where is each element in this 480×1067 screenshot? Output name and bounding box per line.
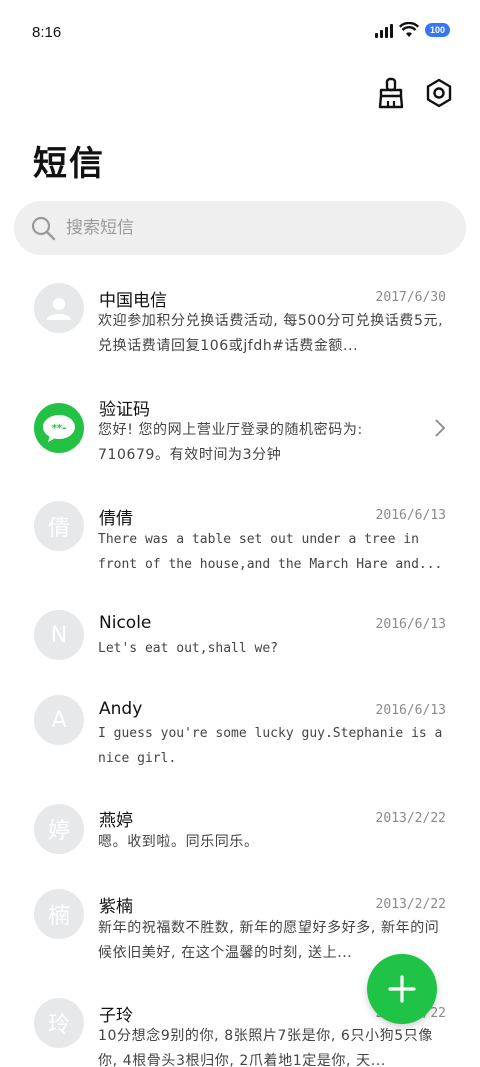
avatar: N bbox=[34, 610, 84, 660]
conversation-name: 倩倩 bbox=[99, 509, 133, 529]
search-input[interactable] bbox=[66, 218, 426, 238]
conversation-name: Nicole bbox=[99, 613, 152, 633]
conversation-date: 2013/2/22 bbox=[375, 897, 446, 912]
conversation-name: Andy bbox=[99, 699, 143, 719]
conversation-name: 燕婷 bbox=[99, 811, 133, 831]
conversation-date: 2013/2/22 bbox=[375, 811, 446, 826]
message-icon: **- bbox=[34, 403, 84, 453]
conversation-name: 子玲 bbox=[99, 1006, 133, 1026]
avatar: 玲 bbox=[34, 998, 84, 1048]
compose-button[interactable] bbox=[367, 954, 437, 1024]
conversation-name: 紫楠 bbox=[99, 897, 133, 917]
status-bar: 8:16 100 bbox=[0, 0, 480, 66]
svg-text:**-: **- bbox=[52, 423, 67, 434]
top-actions bbox=[376, 76, 454, 110]
battery-indicator: 100 bbox=[424, 23, 450, 37]
conversation-name: 验证码 bbox=[99, 400, 150, 420]
avatar: 楠 bbox=[34, 889, 84, 939]
chevron-right-icon[interactable] bbox=[434, 418, 446, 438]
settings-hex-icon[interactable] bbox=[424, 76, 454, 110]
page-title: 短信 bbox=[33, 144, 105, 184]
conversation-preview: 10分想念9别的你, 8张照片7张是你, 6只小狗5只像你, 4根骨头3根归你,… bbox=[98, 1028, 433, 1067]
conversation-date: 2016/6/13 bbox=[375, 508, 446, 523]
signal-icon bbox=[374, 22, 393, 38]
conversation-preview: I guess you're some lucky guy.Stephanie … bbox=[98, 726, 443, 766]
conversation-preview: There was a table set out under a tree i… bbox=[98, 532, 443, 572]
status-icons: 100 bbox=[374, 22, 450, 38]
conversation-date: 2016/6/13 bbox=[375, 703, 446, 718]
conversation-date: 2017/6/30 bbox=[375, 290, 446, 305]
plus-icon bbox=[388, 975, 416, 1003]
avatar: 婷 bbox=[34, 804, 84, 854]
avatar: 倩 bbox=[34, 501, 84, 551]
conversation-preview: Let's eat out,shall we? bbox=[98, 641, 279, 656]
status-time: 8:16 bbox=[32, 24, 62, 41]
conversation-preview: 您好! 您的网上营业厅登录的随机密码为: 710679。有效时间为3分钟 bbox=[98, 422, 363, 463]
search-bar[interactable] bbox=[14, 201, 466, 255]
search-icon bbox=[31, 216, 56, 241]
conversation-date: 2016/6/13 bbox=[375, 617, 446, 632]
conversation-preview: 欢迎参加积分兑换话费活动, 每500分可兑换话费5元, 兑换话费请回复106或j… bbox=[98, 313, 444, 354]
wifi-icon bbox=[398, 22, 419, 37]
avatar: A bbox=[34, 695, 84, 745]
broom-icon[interactable] bbox=[376, 76, 406, 110]
person-icon bbox=[34, 283, 84, 333]
conversation-name: 中国电信 bbox=[99, 291, 167, 311]
conversation-preview: 嗯。收到啦。同乐同乐。 bbox=[98, 834, 259, 850]
